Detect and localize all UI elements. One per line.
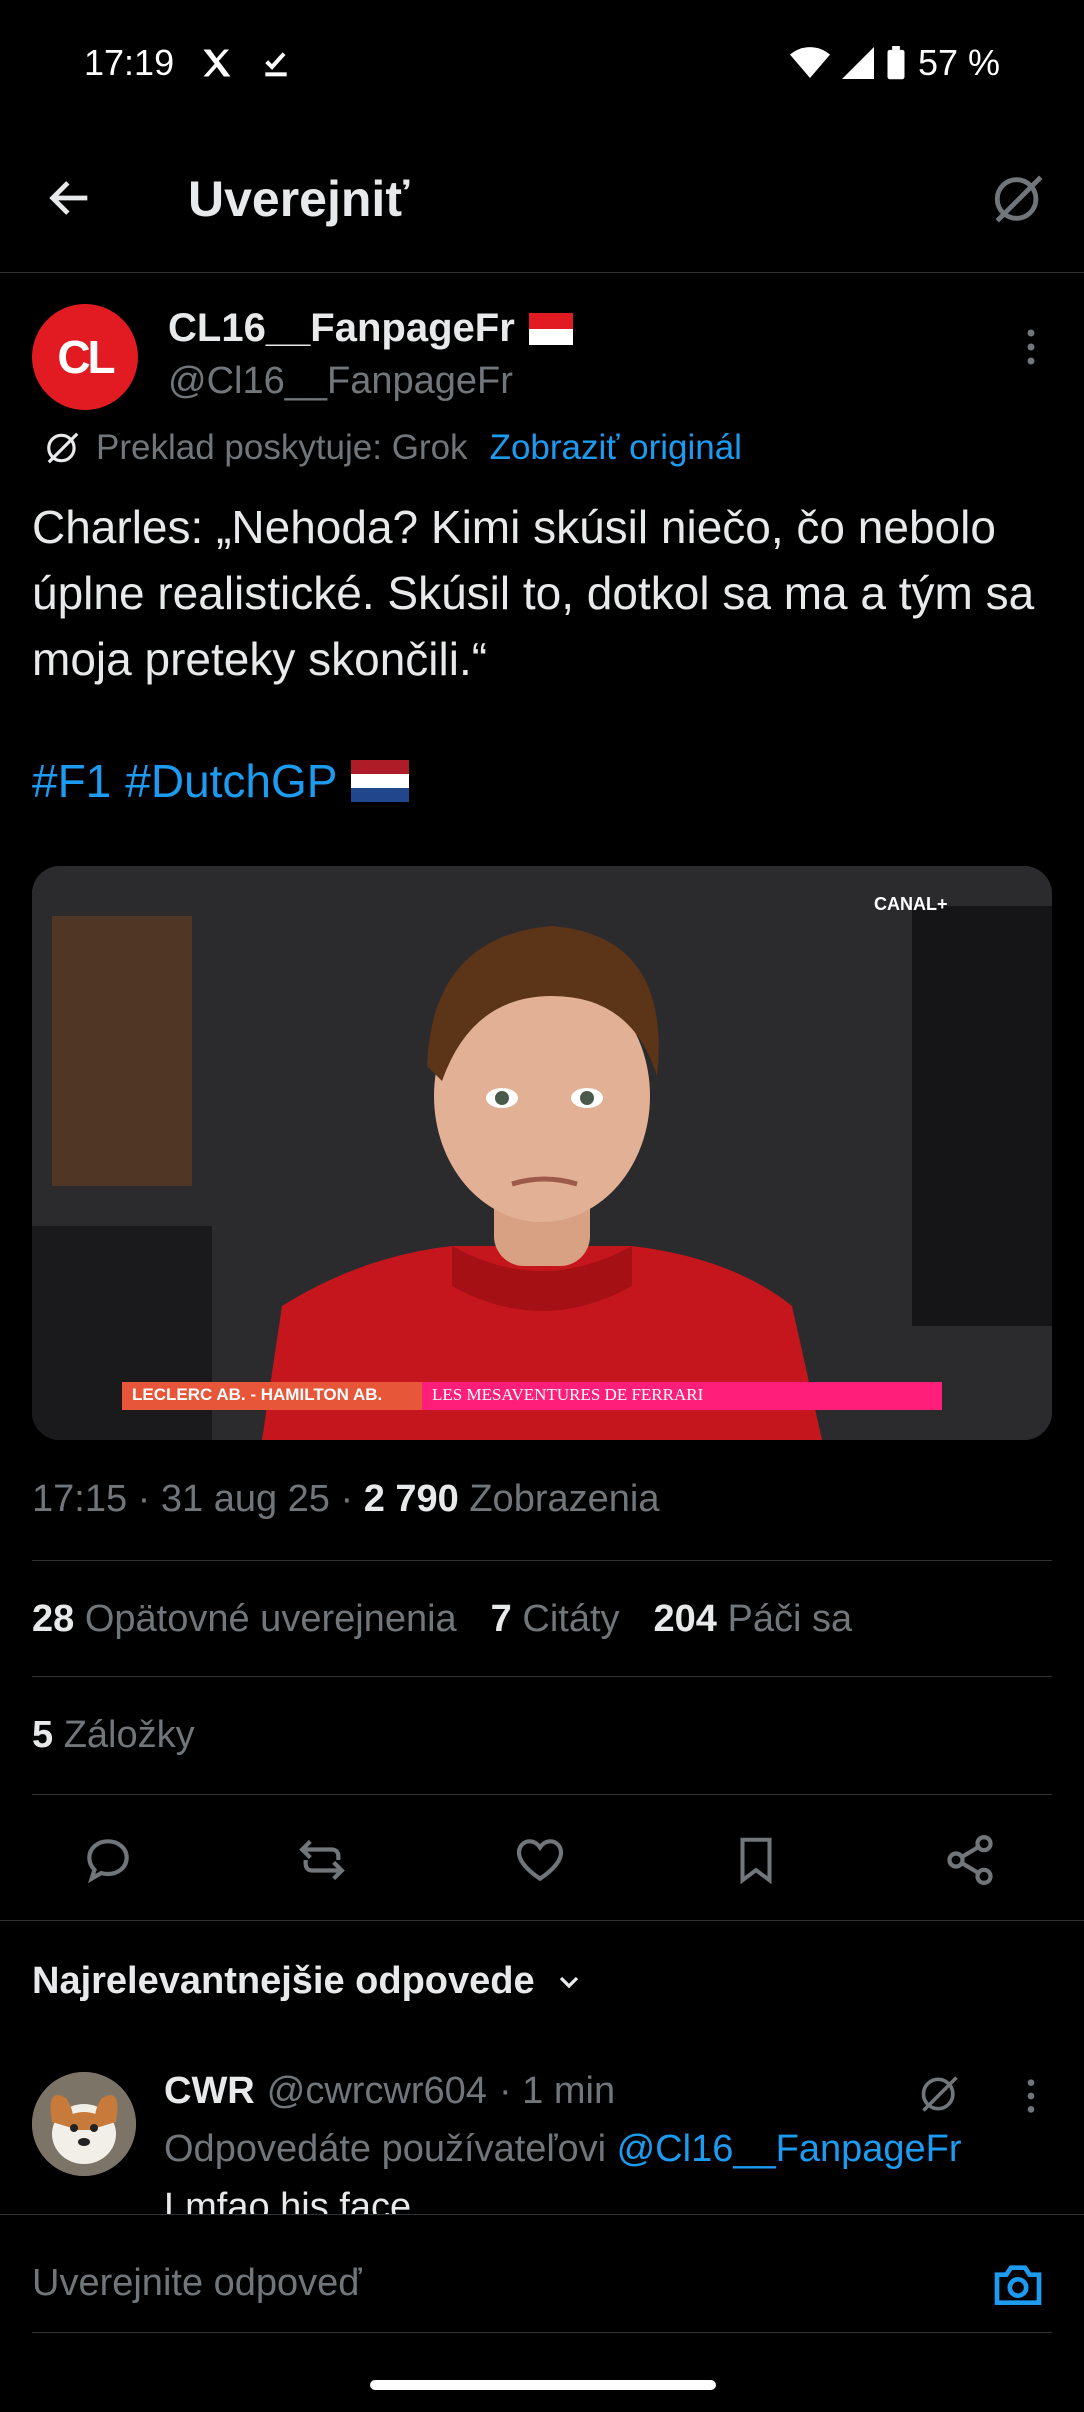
quotes-label: Citáty: [522, 1598, 620, 1640]
reply-grok-button[interactable]: [918, 2072, 964, 2118]
bookmarks-stat[interactable]: 5 Záložky: [32, 1714, 195, 1757]
chevron-down-icon: [559, 1976, 578, 1988]
author-name-row[interactable]: CL16__FanpageFr: [168, 306, 573, 351]
quotes-stat[interactable]: 7 Citáty: [491, 1598, 620, 1641]
back-arrow-icon: [49, 181, 88, 215]
sort-label: Najrelevantnejšie odpovede: [32, 1960, 535, 2002]
lower-third-right: LES MESAVENTURES DE FERRARI: [432, 1385, 704, 1404]
repost-icon: [299, 1839, 345, 1881]
page-title: Uverejniť: [188, 171, 410, 227]
author-name: CL16__FanpageFr: [168, 306, 515, 350]
wifi-icon: [789, 46, 830, 80]
compose-bottom-divider: [32, 2332, 1052, 2333]
post-timestamp: 17:15 · 31 aug 25 ·: [32, 1478, 364, 1520]
share-icon: [947, 1835, 993, 1885]
views-label: Zobrazenia: [469, 1478, 660, 1520]
replying-to-handle[interactable]: @Cl16__FanpageFr: [617, 2128, 962, 2170]
camera-icon: [994, 2265, 1042, 2305]
avatar-logo-text: CL: [57, 331, 115, 383]
reply-header: CWR @cwrcwr604 · 1 min: [164, 2070, 615, 2113]
grok-icon: [47, 432, 79, 464]
actions-divider: [0, 1920, 1084, 1921]
netherlands-flag-icon: [351, 760, 410, 802]
meta-divider: [32, 1560, 1052, 1561]
post-actions-bar: [0, 1820, 1084, 1900]
reposts-stat[interactable]: 28 Opätovné uverejnenia: [32, 1598, 457, 1641]
gesture-home-bar[interactable]: [370, 2380, 716, 2390]
bookmark-button[interactable]: [716, 1820, 796, 1900]
monaco-flag-icon: [528, 312, 573, 345]
bookmarks-divider: [32, 1794, 1052, 1795]
more-options-button[interactable]: [1016, 326, 1046, 368]
hashtag-link[interactable]: #DutchGP: [125, 754, 337, 808]
like-button[interactable]: [500, 1820, 580, 1900]
reply-avatar[interactable]: [32, 2072, 136, 2176]
replies-sort-dropdown[interactable]: Najrelevantnejšie odpovede: [32, 1960, 585, 2003]
driver-interview-photo: [32, 866, 1052, 1440]
likes-label: Páči sa: [727, 1598, 853, 1640]
grok-icon: [921, 2076, 958, 2112]
post-text: Charles: „Nehoda? Kimi skúsil niečo, čo …: [32, 501, 1035, 685]
grok-icon: [994, 175, 1043, 223]
channel-logo: CANAL+: [874, 894, 948, 914]
engagement-stats: 28 Opätovné uverejnenia 7 Citáty 204 Páč…: [32, 1598, 852, 1641]
translation-note: Preklad poskytuje: Grok: [96, 428, 468, 467]
download-done-icon: [260, 45, 292, 81]
x-logo-icon: [198, 45, 236, 81]
reply-time: · 1 min: [498, 2070, 616, 2112]
replying-prefix: Odpovedáte používateľovi: [164, 2128, 607, 2170]
compose-top-divider: [0, 2214, 1084, 2215]
hashtag-link[interactable]: #F1: [32, 754, 111, 808]
bookmark-icon: [740, 1837, 772, 1885]
battery-percent: 57 %: [917, 42, 1000, 83]
more-vertical-icon: [1027, 329, 1035, 365]
bookmarks-label: Záložky: [63, 1714, 195, 1756]
stats-divider: [32, 1676, 1052, 1677]
reply-more-button[interactable]: [1016, 2076, 1046, 2116]
repost-button[interactable]: [282, 1820, 362, 1900]
battery-icon: [886, 46, 906, 80]
signal-icon: [841, 46, 874, 80]
reply-icon: [87, 1839, 129, 1884]
author-avatar[interactable]: CL: [32, 304, 138, 410]
reposts-label: Opätovné uverejnenia: [84, 1598, 457, 1640]
header-divider: [0, 272, 1084, 273]
share-button[interactable]: [930, 1820, 1010, 1900]
replying-to-line: Odpovedáte používateľovi @Cl16__FanpageF…: [164, 2128, 962, 2171]
more-vertical-icon: [1027, 2079, 1035, 2113]
translation-row: Preklad poskytuje: Grok Zobraziť originá…: [44, 428, 742, 468]
back-button[interactable]: [44, 172, 104, 228]
lower-third-left: LECLERC AB. - HAMILTON AB.: [132, 1385, 383, 1404]
grok-translate-header-button[interactable]: [990, 170, 1050, 230]
status-time: 17:19: [84, 42, 175, 83]
status-bar: 17:19 57 %: [84, 38, 1000, 88]
post-media-image[interactable]: CANAL+ LECLERC AB. - HAMILTON AB. LES ME…: [32, 866, 1052, 1440]
show-original-link[interactable]: Zobraziť originál: [490, 428, 742, 468]
author-handle[interactable]: @Cl16__FanpageFr: [168, 360, 513, 403]
bookmarks-count: 5: [32, 1714, 54, 1756]
hashtags-row: #F1 #DutchGP: [32, 754, 410, 808]
likes-stat[interactable]: 204 Páči sa: [654, 1598, 853, 1641]
reply-author-handle[interactable]: @cwrcwr604: [267, 2070, 487, 2113]
reposts-count: 28: [32, 1598, 75, 1640]
views-count: 2 790: [363, 1478, 459, 1520]
quotes-count: 7: [490, 1598, 512, 1640]
reply-author-name[interactable]: CWR: [164, 2070, 255, 2113]
post-meta: 17:15 · 31 aug 25 · 2 790 Zobrazenia: [32, 1478, 659, 1521]
likes-count: 204: [653, 1598, 717, 1640]
reply-button[interactable]: [68, 1820, 148, 1900]
add-media-button[interactable]: [990, 2256, 1050, 2312]
heart-icon: [516, 1839, 564, 1882]
reply-input[interactable]: Uverejnite odpoveď: [32, 2262, 362, 2305]
dog-avatar-image: [32, 2072, 136, 2176]
